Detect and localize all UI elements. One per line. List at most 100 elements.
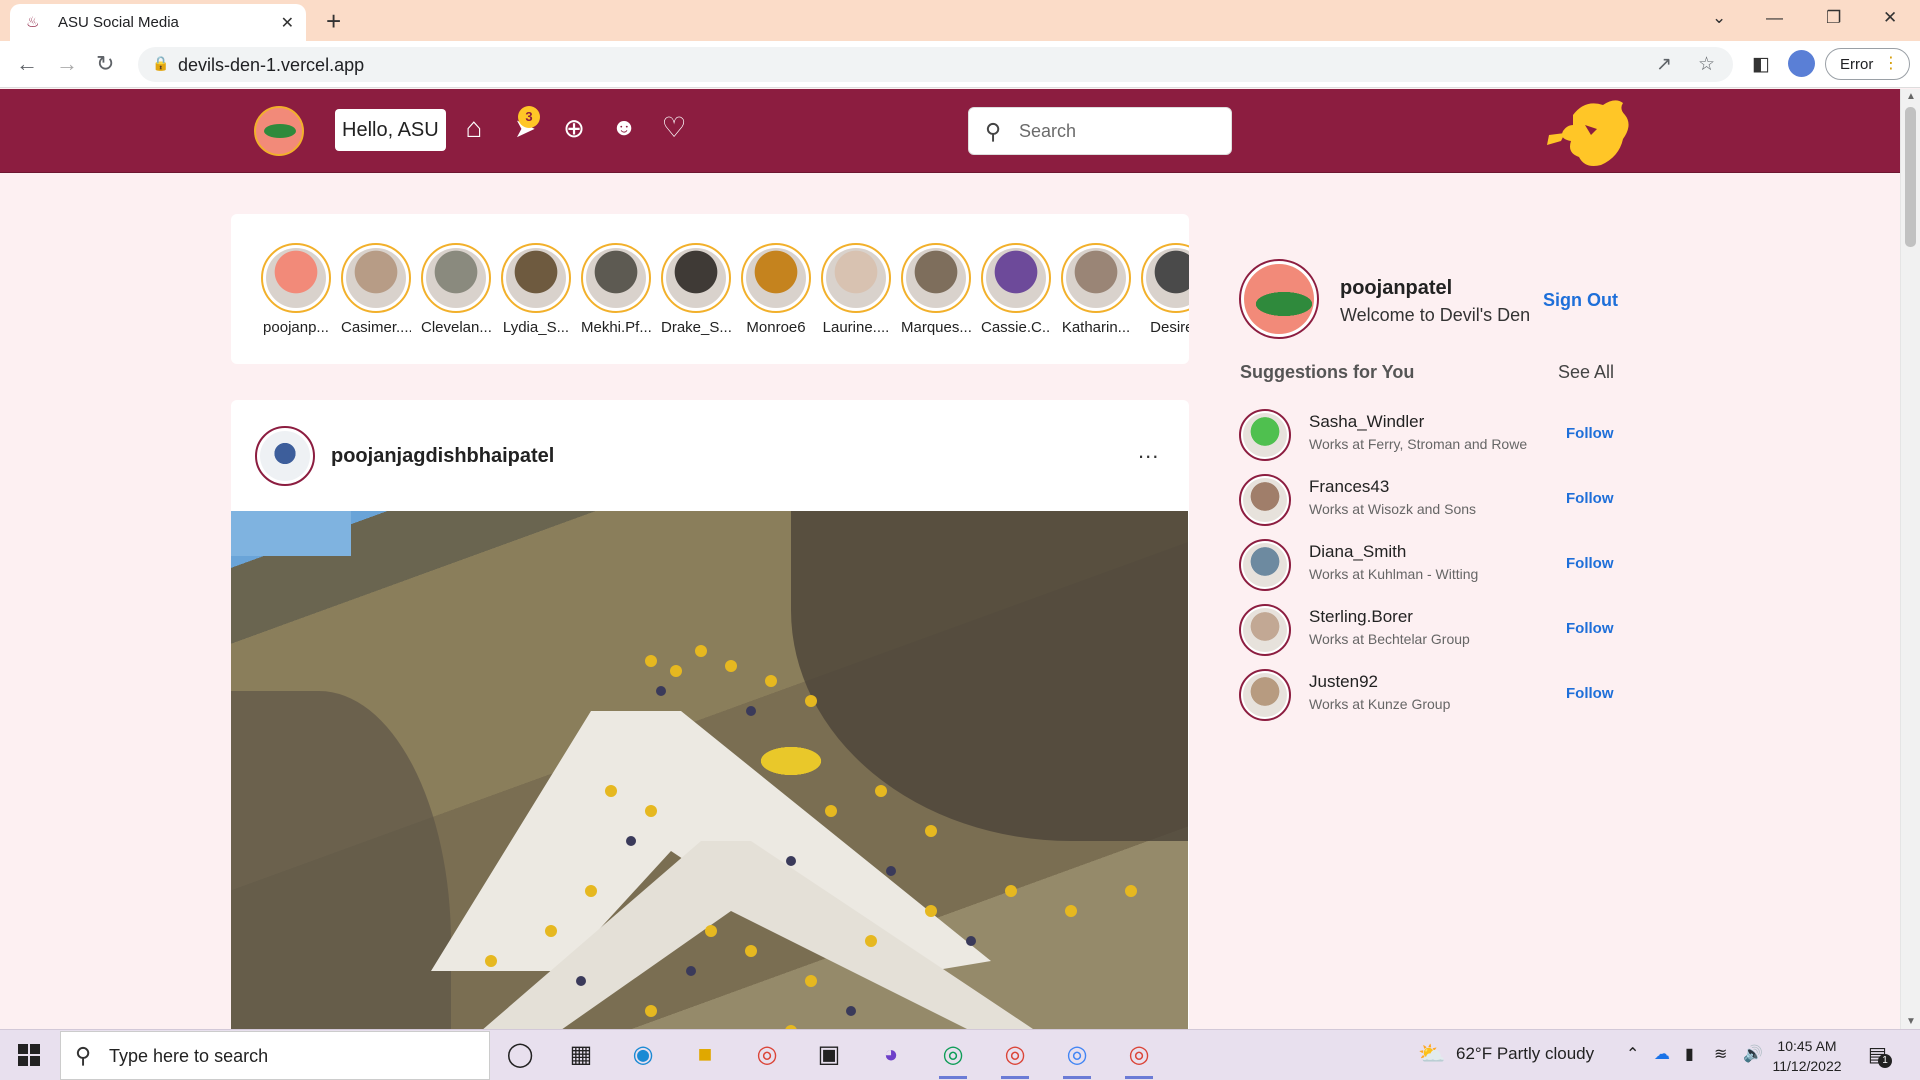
search-input[interactable] bbox=[1019, 118, 1219, 144]
people-icon[interactable]: ☻ bbox=[607, 111, 641, 145]
story-item[interactable]: Katharin... bbox=[1061, 243, 1131, 336]
heart-icon[interactable]: ♡ bbox=[657, 111, 691, 145]
suggestion-avatar[interactable] bbox=[1239, 539, 1291, 591]
app-logo-avatar[interactable] bbox=[254, 106, 304, 156]
story-username: Desiree bbox=[1150, 319, 1189, 336]
battery-icon[interactable]: ▮ bbox=[1685, 1044, 1694, 1064]
close-tab-icon[interactable]: ✕ bbox=[281, 13, 294, 33]
story-avatar[interactable] bbox=[341, 243, 411, 313]
follow-button[interactable]: Follow bbox=[1566, 555, 1614, 572]
current-user-avatar[interactable] bbox=[1239, 259, 1319, 339]
story-avatar[interactable] bbox=[741, 243, 811, 313]
post-options-icon[interactable]: ... bbox=[1138, 438, 1159, 464]
story-avatar[interactable] bbox=[901, 243, 971, 313]
story-avatar[interactable] bbox=[1061, 243, 1131, 313]
reload-icon[interactable]: ↻ bbox=[96, 51, 114, 77]
search-box[interactable]: ⚲ bbox=[968, 107, 1232, 155]
system-clock[interactable]: 10:45 AM 11/12/2022 bbox=[1772, 1036, 1842, 1076]
file-explorer-icon[interactable]: ■ bbox=[689, 1039, 721, 1071]
close-window-icon[interactable]: ✕ bbox=[1883, 8, 1897, 28]
post-author-name[interactable]: poojanjagdishbhaipatel bbox=[331, 445, 554, 468]
story-item[interactable]: Casimer.... bbox=[341, 243, 411, 336]
suggestion-username[interactable]: Justen92 bbox=[1309, 672, 1378, 692]
chrome-profile-1-icon[interactable]: ◎ bbox=[937, 1039, 969, 1079]
volume-icon[interactable]: 🔊 bbox=[1743, 1044, 1763, 1064]
see-all-link[interactable]: See All bbox=[1558, 362, 1614, 383]
story-item[interactable]: Cassie.C... bbox=[981, 243, 1051, 336]
story-item[interactable]: poojanp... bbox=[261, 243, 331, 336]
story-item[interactable]: Desiree bbox=[1141, 243, 1189, 336]
story-avatar[interactable] bbox=[1141, 243, 1189, 313]
story-item[interactable]: Monroe6 bbox=[741, 243, 811, 336]
add-post-icon[interactable]: ⊕ bbox=[557, 111, 591, 145]
story-item[interactable]: Laurine.... bbox=[821, 243, 891, 336]
greeting-button[interactable]: Hello, ASU bbox=[335, 109, 446, 151]
task-view-icon[interactable]: ▦ bbox=[565, 1039, 597, 1071]
windows-start-icon[interactable] bbox=[18, 1044, 40, 1066]
side-panel-icon[interactable]: ◧ bbox=[1752, 53, 1770, 76]
suggestion-username[interactable]: Diana_Smith bbox=[1309, 542, 1406, 562]
lock-icon[interactable]: 🔒 bbox=[152, 55, 169, 72]
chrome-profile-4-icon[interactable]: ◎ bbox=[1123, 1039, 1155, 1079]
wifi-icon[interactable]: ≋ bbox=[1714, 1044, 1727, 1064]
suggestion-username[interactable]: Frances43 bbox=[1309, 477, 1389, 497]
story-item[interactable]: Lydia_S... bbox=[501, 243, 571, 336]
suggestion-username[interactable]: Sterling.Borer bbox=[1309, 607, 1413, 627]
restore-icon[interactable]: ❐ bbox=[1826, 8, 1841, 28]
suggestion-avatar[interactable] bbox=[1239, 604, 1291, 656]
story-avatar[interactable] bbox=[501, 243, 571, 313]
story-item[interactable]: Marques... bbox=[901, 243, 971, 336]
chrome-profile-3-icon[interactable]: ◎ bbox=[1061, 1039, 1093, 1079]
sparky-mascot-logo[interactable] bbox=[1545, 95, 1635, 169]
follow-button[interactable]: Follow bbox=[1566, 425, 1614, 442]
story-avatar[interactable] bbox=[981, 243, 1051, 313]
browser-tab-active[interactable]: ♨ ASU Social Media ✕ bbox=[10, 4, 306, 41]
scroll-up-icon[interactable]: ▲ bbox=[1906, 91, 1916, 102]
forward-icon[interactable]: → bbox=[56, 51, 78, 77]
taskbar-search-input[interactable] bbox=[109, 1044, 469, 1068]
suggestion-avatar[interactable] bbox=[1239, 669, 1291, 721]
taskbar-search-box[interactable]: ⚲ bbox=[60, 1031, 490, 1080]
github-desktop-icon[interactable]: ◕ bbox=[875, 1039, 907, 1071]
follow-button[interactable]: Follow bbox=[1566, 685, 1614, 702]
scroll-down-icon[interactable]: ▼ bbox=[1906, 1016, 1916, 1027]
post-image[interactable] bbox=[231, 511, 1188, 1029]
story-avatar[interactable] bbox=[261, 243, 331, 313]
onedrive-icon[interactable]: ☁ bbox=[1654, 1044, 1670, 1064]
profile-error-button[interactable]: Error ⋮ bbox=[1825, 48, 1910, 80]
address-bar[interactable]: 🔒 devils-den-1.vercel.app ↗ ☆ bbox=[138, 47, 1733, 82]
menu-kebab-icon[interactable]: ⋮ bbox=[1883, 54, 1899, 74]
bookmark-star-icon[interactable]: ☆ bbox=[1698, 53, 1715, 76]
story-item[interactable]: Drake_S... bbox=[661, 243, 731, 336]
back-icon[interactable]: ← bbox=[16, 51, 38, 77]
cortana-icon[interactable]: ◯ bbox=[504, 1039, 536, 1071]
chrome-icon[interactable]: ◎ bbox=[751, 1039, 783, 1071]
new-tab-icon[interactable]: + bbox=[326, 8, 341, 34]
suggestion-username[interactable]: Sasha_Windler bbox=[1309, 412, 1424, 432]
suggestion-avatar[interactable] bbox=[1239, 474, 1291, 526]
share-icon[interactable]: ↗ bbox=[1656, 53, 1672, 76]
story-item[interactable]: Clevelan... bbox=[421, 243, 491, 336]
story-item[interactable]: Mekhi.Pf... bbox=[581, 243, 651, 336]
page-scrollbar[interactable]: ▲ ▼ bbox=[1900, 89, 1920, 1029]
current-username[interactable]: poojanpatel bbox=[1340, 277, 1452, 300]
suggestion-avatar[interactable] bbox=[1239, 409, 1291, 461]
sticky-notes-icon[interactable]: ▣ bbox=[813, 1039, 845, 1071]
follow-button[interactable]: Follow bbox=[1566, 620, 1614, 637]
minimize-icon[interactable]: — bbox=[1766, 8, 1783, 28]
scrollbar-thumb[interactable] bbox=[1905, 107, 1916, 247]
home-icon[interactable]: ⌂ bbox=[457, 111, 491, 145]
follow-button[interactable]: Follow bbox=[1566, 490, 1614, 507]
post-author-avatar[interactable] bbox=[255, 426, 315, 486]
tab-search-chevron-icon[interactable]: ⌄ bbox=[1712, 8, 1726, 28]
edge-icon[interactable]: ◉ bbox=[627, 1039, 659, 1071]
show-hidden-icons-chevron-icon[interactable]: ⌃ bbox=[1626, 1044, 1639, 1064]
sign-out-button[interactable]: Sign Out bbox=[1543, 290, 1618, 311]
action-center-icon[interactable]: ▤ 1 bbox=[1868, 1042, 1892, 1068]
chrome-profile-2-icon[interactable]: ◎ bbox=[999, 1039, 1031, 1079]
profile-avatar-icon[interactable] bbox=[1788, 50, 1815, 77]
story-avatar[interactable] bbox=[421, 243, 491, 313]
story-avatar[interactable] bbox=[661, 243, 731, 313]
story-avatar[interactable] bbox=[581, 243, 651, 313]
story-avatar[interactable] bbox=[821, 243, 891, 313]
